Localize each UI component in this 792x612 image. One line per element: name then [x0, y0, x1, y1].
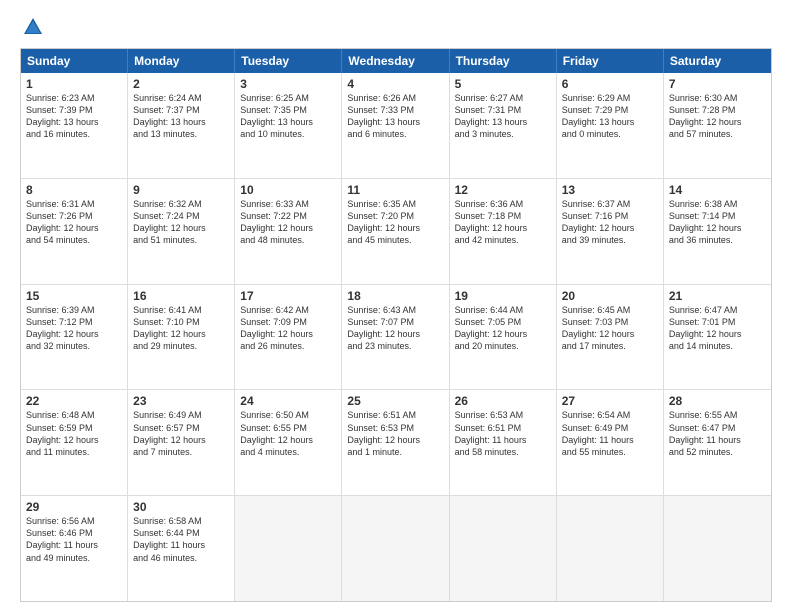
calendar-cell: 7Sunrise: 6:30 AM Sunset: 7:28 PM Daylig… — [664, 73, 771, 178]
calendar-cell: 22Sunrise: 6:48 AM Sunset: 6:59 PM Dayli… — [21, 390, 128, 495]
calendar-cell — [342, 496, 449, 601]
calendar-cell: 27Sunrise: 6:54 AM Sunset: 6:49 PM Dayli… — [557, 390, 664, 495]
calendar-cell: 20Sunrise: 6:45 AM Sunset: 7:03 PM Dayli… — [557, 285, 664, 390]
header-day: Friday — [557, 49, 664, 73]
logo-icon — [22, 16, 44, 38]
calendar-cell: 8Sunrise: 6:31 AM Sunset: 7:26 PM Daylig… — [21, 179, 128, 284]
calendar-cell — [450, 496, 557, 601]
calendar-cell: 30Sunrise: 6:58 AM Sunset: 6:44 PM Dayli… — [128, 496, 235, 601]
header-day: Tuesday — [235, 49, 342, 73]
calendar-cell: 18Sunrise: 6:43 AM Sunset: 7:07 PM Dayli… — [342, 285, 449, 390]
calendar-cell: 10Sunrise: 6:33 AM Sunset: 7:22 PM Dayli… — [235, 179, 342, 284]
calendar-cell: 3Sunrise: 6:25 AM Sunset: 7:35 PM Daylig… — [235, 73, 342, 178]
calendar-cell: 24Sunrise: 6:50 AM Sunset: 6:55 PM Dayli… — [235, 390, 342, 495]
calendar-cell: 29Sunrise: 6:56 AM Sunset: 6:46 PM Dayli… — [21, 496, 128, 601]
calendar-cell: 21Sunrise: 6:47 AM Sunset: 7:01 PM Dayli… — [664, 285, 771, 390]
calendar-cell: 13Sunrise: 6:37 AM Sunset: 7:16 PM Dayli… — [557, 179, 664, 284]
calendar-cell: 14Sunrise: 6:38 AM Sunset: 7:14 PM Dayli… — [664, 179, 771, 284]
header-day: Thursday — [450, 49, 557, 73]
header-day: Sunday — [21, 49, 128, 73]
header-day: Monday — [128, 49, 235, 73]
calendar-cell: 16Sunrise: 6:41 AM Sunset: 7:10 PM Dayli… — [128, 285, 235, 390]
calendar-cell: 17Sunrise: 6:42 AM Sunset: 7:09 PM Dayli… — [235, 285, 342, 390]
header-day: Saturday — [664, 49, 771, 73]
calendar-cell: 23Sunrise: 6:49 AM Sunset: 6:57 PM Dayli… — [128, 390, 235, 495]
calendar-cell: 2Sunrise: 6:24 AM Sunset: 7:37 PM Daylig… — [128, 73, 235, 178]
calendar-cell: 6Sunrise: 6:29 AM Sunset: 7:29 PM Daylig… — [557, 73, 664, 178]
calendar-week: 15Sunrise: 6:39 AM Sunset: 7:12 PM Dayli… — [21, 284, 771, 390]
calendar-cell: 12Sunrise: 6:36 AM Sunset: 7:18 PM Dayli… — [450, 179, 557, 284]
header-day: Wednesday — [342, 49, 449, 73]
calendar-week: 29Sunrise: 6:56 AM Sunset: 6:46 PM Dayli… — [21, 495, 771, 601]
calendar-header: SundayMondayTuesdayWednesdayThursdayFrid… — [21, 49, 771, 73]
header — [20, 16, 772, 38]
calendar-cell: 4Sunrise: 6:26 AM Sunset: 7:33 PM Daylig… — [342, 73, 449, 178]
calendar-week: 1Sunrise: 6:23 AM Sunset: 7:39 PM Daylig… — [21, 73, 771, 178]
calendar-cell — [235, 496, 342, 601]
calendar-cell: 1Sunrise: 6:23 AM Sunset: 7:39 PM Daylig… — [21, 73, 128, 178]
calendar-page: SundayMondayTuesdayWednesdayThursdayFrid… — [0, 0, 792, 612]
calendar-cell — [557, 496, 664, 601]
calendar-cell: 25Sunrise: 6:51 AM Sunset: 6:53 PM Dayli… — [342, 390, 449, 495]
calendar-week: 22Sunrise: 6:48 AM Sunset: 6:59 PM Dayli… — [21, 389, 771, 495]
calendar-cell: 15Sunrise: 6:39 AM Sunset: 7:12 PM Dayli… — [21, 285, 128, 390]
calendar: SundayMondayTuesdayWednesdayThursdayFrid… — [20, 48, 772, 602]
logo — [20, 16, 44, 38]
calendar-cell: 26Sunrise: 6:53 AM Sunset: 6:51 PM Dayli… — [450, 390, 557, 495]
calendar-cell: 5Sunrise: 6:27 AM Sunset: 7:31 PM Daylig… — [450, 73, 557, 178]
calendar-week: 8Sunrise: 6:31 AM Sunset: 7:26 PM Daylig… — [21, 178, 771, 284]
calendar-cell: 19Sunrise: 6:44 AM Sunset: 7:05 PM Dayli… — [450, 285, 557, 390]
calendar-body: 1Sunrise: 6:23 AM Sunset: 7:39 PM Daylig… — [21, 73, 771, 601]
calendar-cell: 9Sunrise: 6:32 AM Sunset: 7:24 PM Daylig… — [128, 179, 235, 284]
calendar-cell — [664, 496, 771, 601]
calendar-cell: 28Sunrise: 6:55 AM Sunset: 6:47 PM Dayli… — [664, 390, 771, 495]
calendar-cell: 11Sunrise: 6:35 AM Sunset: 7:20 PM Dayli… — [342, 179, 449, 284]
